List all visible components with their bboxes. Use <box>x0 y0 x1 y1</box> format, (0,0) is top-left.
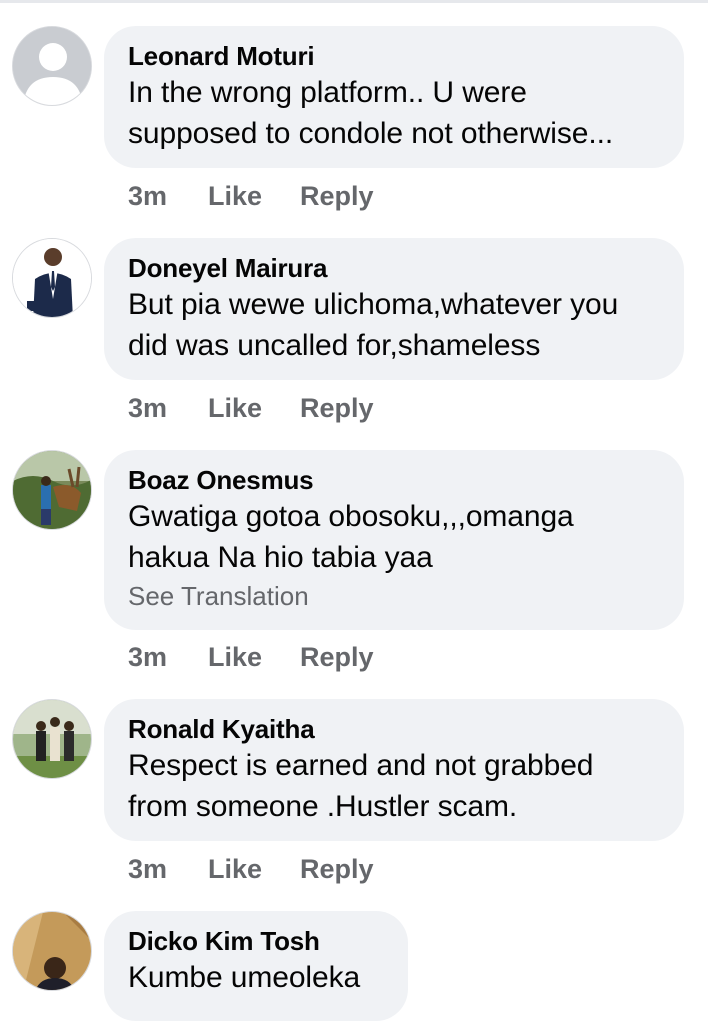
comment-author[interactable]: Dicko Kim Tosh <box>128 925 384 957</box>
comment-timestamp[interactable]: 3m <box>128 392 208 424</box>
reply-button[interactable]: Reply <box>300 641 374 673</box>
comment-timestamp[interactable]: 3m <box>128 853 208 885</box>
like-button[interactable]: Like <box>208 853 300 885</box>
comment-bubble: Dicko Kim Tosh Kumbe umeoleka <box>104 911 408 1021</box>
comment-text: supposed to condole not otherwise... <box>128 117 614 150</box>
like-button[interactable]: Like <box>208 641 300 673</box>
comment-actions: 3m Like Reply <box>128 641 374 673</box>
comment-text: hakua Na hio tabia yaa <box>128 541 433 574</box>
comment-text: Kumbe umeoleka <box>128 961 361 994</box>
default-avatar-icon[interactable] <box>12 26 92 106</box>
comment-text: Respect is earned and not grabbed <box>128 749 594 782</box>
comment-bubble: Leonard Moturi In the wrong platform.. U… <box>104 26 684 168</box>
comment-actions: 3m Like Reply <box>128 180 374 212</box>
comment-text: did was uncalled for,shameless <box>128 329 541 362</box>
comment-bubble: Doneyel Mairura But pia wewe ulichoma,wh… <box>104 238 684 380</box>
like-button[interactable]: Like <box>208 392 300 424</box>
comment-bubble: Ronald Kyaitha Respect is earned and not… <box>104 699 684 841</box>
comment-author[interactable]: Boaz Onesmus <box>128 464 660 496</box>
comment-text: from someone .Hustler scam. <box>128 790 518 823</box>
comment-text: But pia wewe ulichoma,whatever you <box>128 288 619 321</box>
reply-button[interactable]: Reply <box>300 180 374 212</box>
comment-timestamp[interactable]: 3m <box>128 180 208 212</box>
see-translation-link[interactable]: See Translation <box>128 578 660 614</box>
comment-author[interactable]: Doneyel Mairura <box>128 252 660 284</box>
reply-button[interactable]: Reply <box>300 392 374 424</box>
comment-actions: 3m Like Reply <box>128 392 374 424</box>
like-button[interactable]: Like <box>208 180 300 212</box>
comment-text: Gwatiga gotoa obosoku,,,omanga <box>128 500 574 533</box>
comment-text: In the wrong platform.. U were <box>128 76 527 109</box>
reply-button[interactable]: Reply <box>300 853 374 885</box>
comment-actions: 3m Like Reply <box>128 853 374 885</box>
comment-author[interactable]: Leonard Moturi <box>128 40 660 72</box>
comment-author[interactable]: Ronald Kyaitha <box>128 713 660 745</box>
comment-bubble: Boaz Onesmus Gwatiga gotoa obosoku,,,oma… <box>104 450 684 630</box>
comment-timestamp[interactable]: 3m <box>128 641 208 673</box>
profile-photo[interactable] <box>12 238 92 318</box>
profile-photo[interactable] <box>12 699 92 779</box>
profile-photo[interactable] <box>12 450 92 530</box>
top-divider <box>0 0 708 3</box>
profile-photo[interactable] <box>12 911 92 991</box>
